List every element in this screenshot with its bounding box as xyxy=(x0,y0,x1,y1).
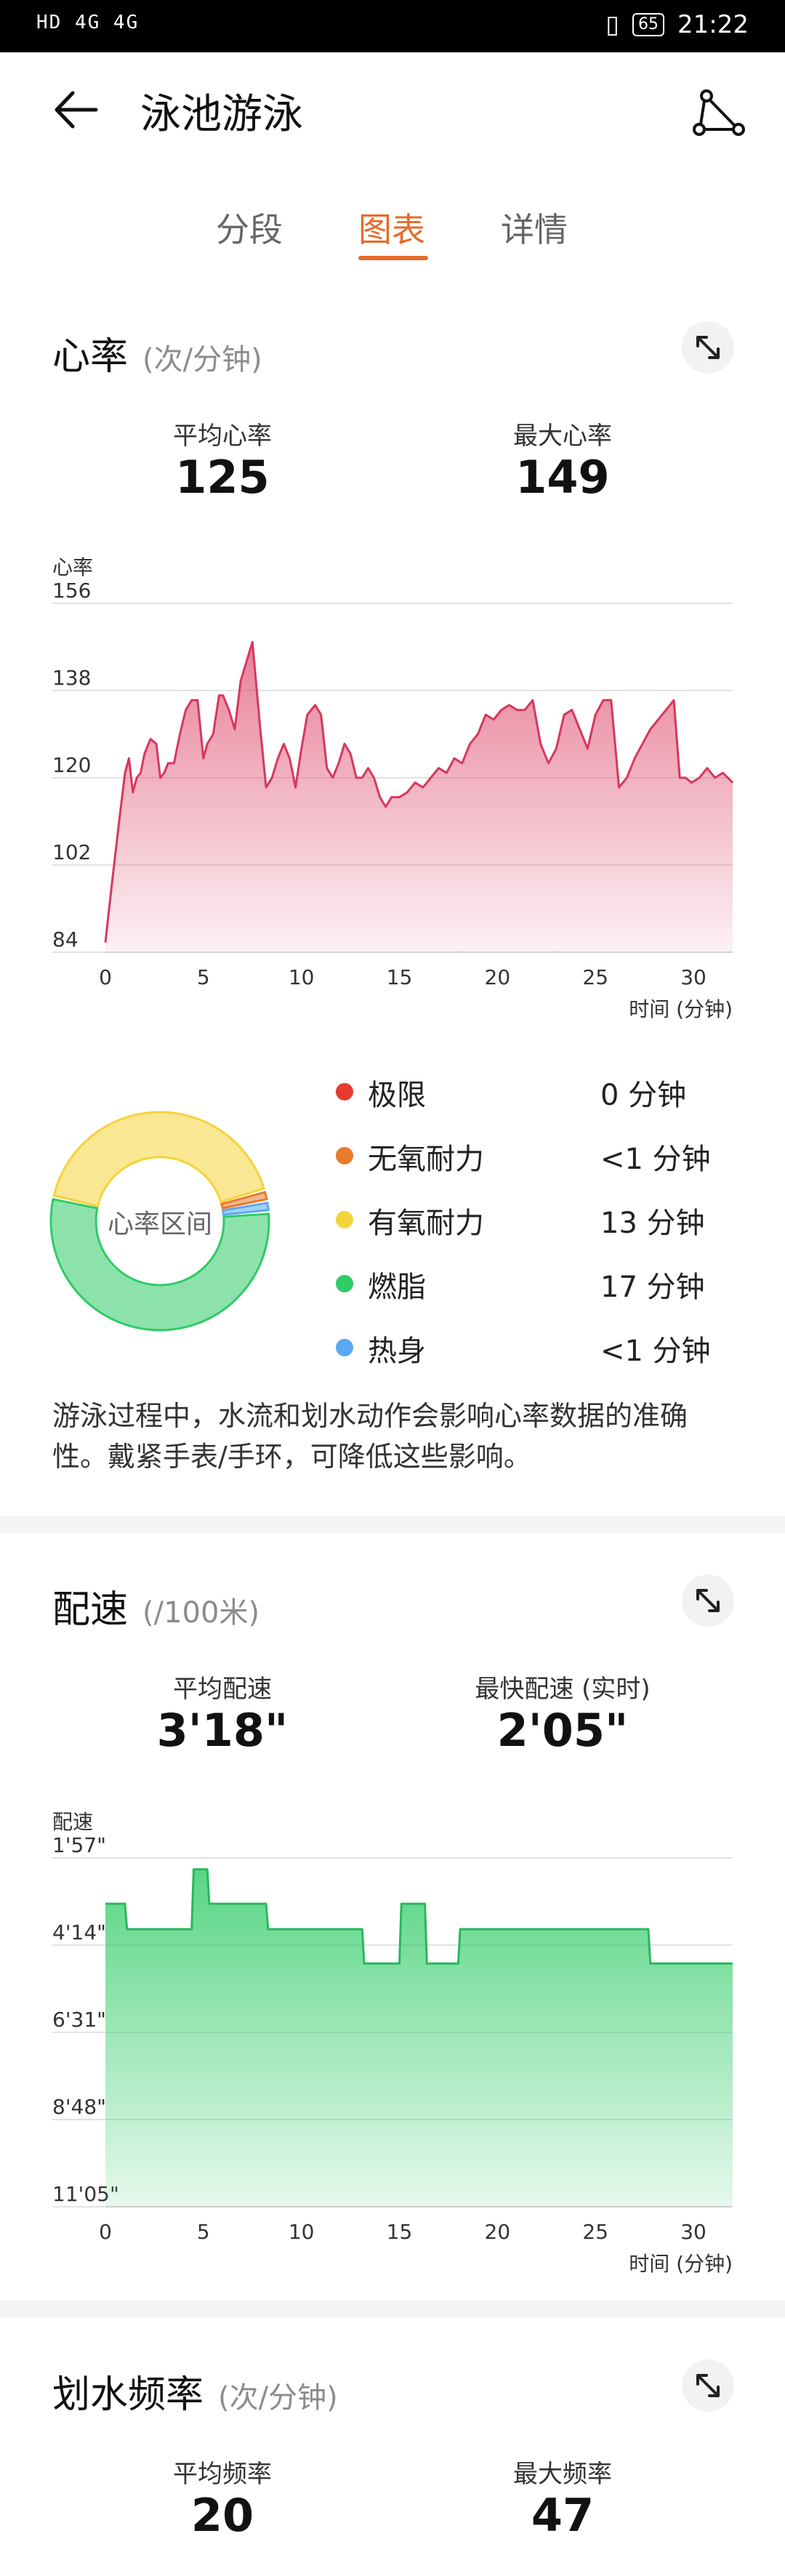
legend-dot-icon xyxy=(336,1083,353,1100)
y-tick-label: 1'57" xyxy=(52,1833,106,1857)
expand-icon xyxy=(696,1589,720,1612)
heart-rate-unit: (次/分钟) xyxy=(142,343,262,377)
section-separator xyxy=(0,1516,785,1533)
pace-expand-button[interactable] xyxy=(682,1574,734,1627)
pace-title-text: 配速 xyxy=(52,1588,129,1632)
zone-aerobic-slice xyxy=(52,1111,265,1208)
y-tick-label: 120 xyxy=(52,753,91,777)
tab-segments[interactable]: 分段 xyxy=(216,204,283,251)
legend-item: 极限 0 分钟 xyxy=(334,1071,741,1115)
page-title: 泳池游泳 xyxy=(140,91,303,138)
x-tick-label: 15 xyxy=(387,2220,413,2244)
best-pace-value: 2'05" xyxy=(496,1704,629,1757)
expand-icon xyxy=(696,336,720,359)
legend-value: <1 分钟 xyxy=(600,1143,711,1176)
legend-dot-icon xyxy=(336,1339,353,1356)
legend-label: 燃脂 xyxy=(368,1271,426,1304)
x-tick-label: 30 xyxy=(680,2220,706,2244)
avg-heart-rate-label: 平均心率 xyxy=(173,422,272,451)
x-axis-label: 时间 (分钟) xyxy=(629,997,733,1021)
x-tick-label: 20 xyxy=(485,2220,511,2244)
legend-value: 17 分钟 xyxy=(600,1271,705,1304)
legend-value: 0 分钟 xyxy=(600,1079,687,1112)
tab-details[interactable]: 详情 xyxy=(501,204,568,251)
avg-stroke-rate-label: 平均频率 xyxy=(173,2460,272,2489)
y-axis-label: 心率 xyxy=(52,555,93,579)
legend-label: 无氧耐力 xyxy=(368,1143,484,1176)
legend-dot-icon xyxy=(336,1211,353,1228)
stroke-rate-unit: (次/分钟) xyxy=(218,2381,338,2415)
legend-item: 有氧耐力 13 分钟 xyxy=(334,1199,741,1243)
status-bar: HD 4G 4G ▯ 65 21:22 xyxy=(0,0,785,52)
y-tick-label: 84 xyxy=(52,927,78,951)
legend-label: 极限 xyxy=(368,1079,426,1112)
pace-unit: (/100米) xyxy=(142,1596,260,1630)
legend-item: 燃脂 17 分钟 xyxy=(334,1263,741,1307)
avg-stroke-rate-value: 20 xyxy=(190,2489,254,2542)
legend-label: 热身 xyxy=(368,1335,426,1368)
avg-pace-value: 3'18" xyxy=(156,1704,289,1757)
y-tick-label: 156 xyxy=(52,579,91,603)
active-tab-indicator xyxy=(358,256,428,260)
back-button[interactable] xyxy=(51,84,102,135)
pace-title: 配速 (/100米) xyxy=(52,1579,259,1633)
x-tick-label: 5 xyxy=(197,2220,210,2244)
x-tick-label: 0 xyxy=(99,965,112,989)
x-tick-label: 20 xyxy=(485,965,511,989)
x-tick-label: 0 xyxy=(99,2220,112,2244)
legend-item: 无氧耐力 <1 分钟 xyxy=(334,1135,741,1179)
heart-rate-title-text: 心率 xyxy=(52,335,129,379)
avg-pace-label: 平均配速 xyxy=(173,1675,272,1704)
y-tick-label: 138 xyxy=(52,666,91,690)
tab-charts[interactable]: 图表 xyxy=(358,204,425,251)
x-tick-label: 15 xyxy=(387,965,413,989)
legend-value: <1 分钟 xyxy=(600,1335,711,1368)
title-bar: 泳池游泳 xyxy=(0,52,785,169)
pace-chart: 配速1'57"4'14"6'31"8'48"11'05"0 5 10 15 20 25 30… xyxy=(52,1810,733,2276)
y-tick-label: 102 xyxy=(52,840,91,864)
clock: 21:22 xyxy=(677,10,749,39)
legend-item: 热身 <1 分钟 xyxy=(334,1327,741,1371)
route-button[interactable] xyxy=(691,84,749,142)
route-icon xyxy=(693,89,745,136)
heart-rate-note: 游泳过程中，水流和划水动作会影响心率数据的准确性。戴紧手表/手环，可降低这些影响… xyxy=(52,1400,688,1473)
stroke-rate-title-text: 划水频率 xyxy=(52,2373,204,2417)
max-heart-rate-value: 149 xyxy=(515,451,610,504)
series-area xyxy=(105,1869,733,2207)
battery-indicator: 65 xyxy=(632,13,665,36)
expand-icon xyxy=(696,2374,720,2397)
max-stroke-rate-label: 最大频率 xyxy=(513,2460,612,2489)
tab-bar: 分段 图表 详情 xyxy=(0,190,785,263)
avg-heart-rate-value: 125 xyxy=(175,451,270,504)
heart-rate-chart: 心率156 138 120 102 84 0 5 10 15 20 25 30 时间 (分钟) xyxy=(52,555,734,1021)
y-tick-label: 6'31" xyxy=(52,2008,106,2032)
x-tick-label: 25 xyxy=(582,965,608,989)
vibrate-icon: ▯ xyxy=(605,10,620,39)
legend-dot-icon xyxy=(336,1147,353,1164)
max-heart-rate-label: 最大心率 xyxy=(513,422,612,451)
x-tick-label: 5 xyxy=(197,965,210,989)
heart-rate-title: 心率 (次/分钟) xyxy=(52,326,262,380)
series-area xyxy=(105,642,733,952)
section-separator xyxy=(0,2301,785,2318)
donut-center-label: 心率区间 xyxy=(107,1209,212,1239)
legend-value: 13 分钟 xyxy=(600,1207,705,1240)
y-tick-label: 8'48" xyxy=(52,2095,106,2119)
x-tick-label: 25 xyxy=(582,2220,608,2244)
best-pace-label: 最快配速 (实时) xyxy=(475,1675,651,1704)
x-tick-label: 10 xyxy=(289,2220,315,2244)
heart-rate-expand-button[interactable] xyxy=(682,321,734,374)
x-tick-label: 10 xyxy=(289,965,315,989)
back-arrow-icon xyxy=(55,91,98,129)
x-axis-label: 时间 (分钟) xyxy=(629,2252,733,2276)
y-tick-label: 4'14" xyxy=(52,1920,106,1944)
stroke-rate-title: 划水频率 (次/分钟) xyxy=(52,2364,338,2418)
y-axis-label: 配速 xyxy=(52,1810,93,1834)
legend-label: 有氧耐力 xyxy=(368,1207,484,1240)
x-tick-label: 30 xyxy=(680,965,706,989)
legend-dot-icon xyxy=(336,1275,353,1292)
signal-indicators: HD 4G 4G xyxy=(36,12,140,33)
max-stroke-rate-value: 47 xyxy=(531,2489,595,2542)
stroke-rate-expand-button[interactable] xyxy=(682,2359,734,2412)
